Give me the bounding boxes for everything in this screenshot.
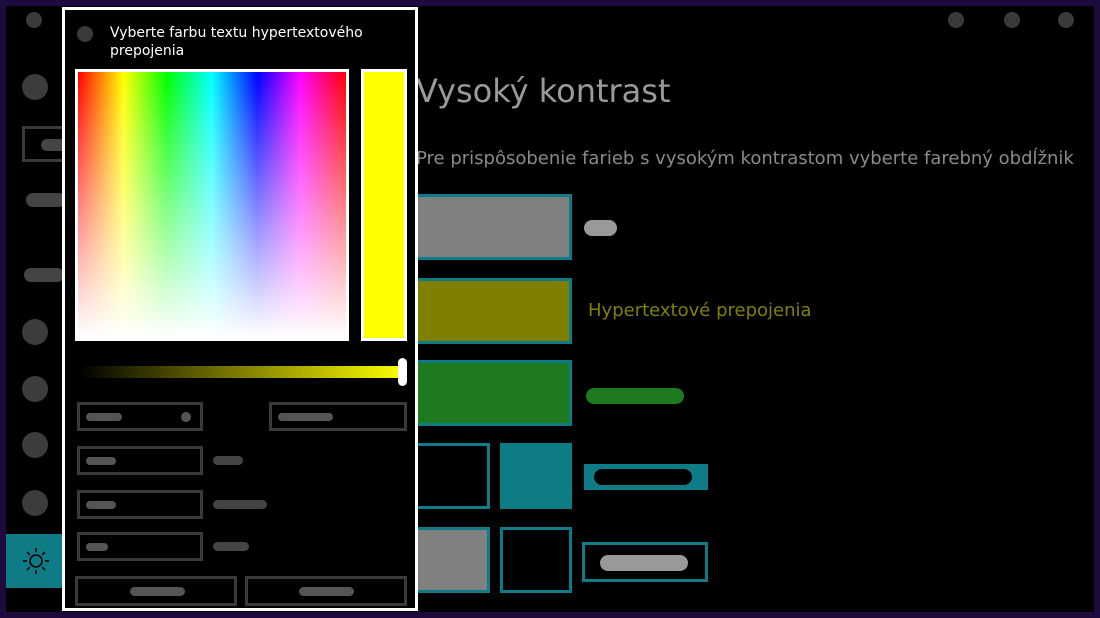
selected-text-preview bbox=[584, 464, 708, 490]
settings-window: Vysoký kontrast Pre prispôsobenie farieb… bbox=[6, 6, 1094, 612]
sidebar-item-high-contrast[interactable] bbox=[6, 534, 64, 588]
dialog-title: Vyberte farbu textu hypertextového prepo… bbox=[110, 25, 363, 59]
sidebar-section bbox=[24, 268, 64, 282]
green-label bbox=[213, 500, 267, 509]
hex-input[interactable] bbox=[269, 402, 407, 431]
sun-icon bbox=[23, 548, 49, 574]
disabled-text-label bbox=[586, 388, 684, 404]
color-mode-value bbox=[86, 413, 122, 421]
hex-value bbox=[278, 413, 333, 421]
selected-color-preview bbox=[361, 69, 407, 341]
sidebar-item-icon[interactable] bbox=[22, 319, 48, 345]
blue-label bbox=[213, 542, 249, 551]
done-button[interactable] bbox=[75, 576, 237, 606]
text-label bbox=[584, 220, 617, 236]
color-mode-select[interactable] bbox=[77, 402, 203, 431]
sidebar-item-icon[interactable] bbox=[22, 376, 48, 402]
button-background-color-swatch[interactable] bbox=[500, 527, 572, 593]
blue-value bbox=[86, 543, 108, 551]
text-color-swatch[interactable] bbox=[414, 194, 572, 260]
green-value bbox=[86, 501, 116, 509]
page-description: Pre prispôsobenie farieb s vysokým kontr… bbox=[416, 148, 1074, 169]
cancel-button-label bbox=[299, 587, 354, 596]
sidebar-item-icon[interactable] bbox=[22, 432, 48, 458]
color-spectrum[interactable] bbox=[75, 69, 349, 341]
minimize-icon[interactable] bbox=[948, 12, 964, 28]
back-icon[interactable] bbox=[26, 12, 42, 28]
button-text-preview bbox=[582, 542, 708, 582]
button-text-color-swatch[interactable] bbox=[414, 527, 490, 593]
brightness-slider-thumb[interactable] bbox=[398, 358, 407, 386]
disabled-text-color-swatch[interactable] bbox=[414, 360, 572, 426]
page-title: Vysoký kontrast bbox=[416, 72, 671, 110]
selected-background-color-swatch[interactable] bbox=[500, 443, 572, 509]
cancel-button[interactable] bbox=[245, 576, 407, 606]
hyperlink-label: Hypertextové prepojenia bbox=[588, 300, 812, 321]
dialog-icon bbox=[77, 26, 93, 42]
chevron-down-icon bbox=[181, 412, 191, 422]
done-button-label bbox=[130, 587, 185, 596]
button-text-sample bbox=[600, 555, 688, 571]
red-label bbox=[213, 456, 243, 465]
sidebar-item-icon[interactable] bbox=[22, 490, 48, 516]
red-value bbox=[86, 457, 116, 465]
green-input[interactable] bbox=[77, 490, 203, 519]
hyperlink-color-swatch[interactable] bbox=[414, 278, 572, 344]
brightness-slider[interactable] bbox=[79, 366, 405, 378]
selected-text-sample bbox=[594, 469, 692, 485]
selected-text-color-swatch[interactable] bbox=[414, 443, 490, 509]
blue-input[interactable] bbox=[77, 532, 203, 561]
home-icon[interactable] bbox=[22, 74, 48, 100]
maximize-icon[interactable] bbox=[1004, 12, 1020, 28]
color-picker-dialog: Vyberte farbu textu hypertextového prepo… bbox=[62, 7, 418, 611]
red-input[interactable] bbox=[77, 446, 203, 475]
sidebar-heading bbox=[26, 193, 66, 207]
close-icon[interactable] bbox=[1058, 12, 1074, 28]
